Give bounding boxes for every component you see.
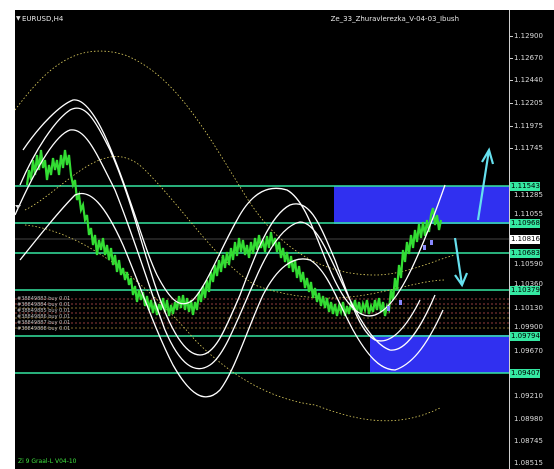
support-zone — [370, 335, 509, 373]
chart-window[interactable]: ▼ EURUSD,H4 Ze_33_Zhuravlerezka_V-04-03_… — [15, 10, 554, 469]
chart-canvas — [15, 50, 509, 422]
level-price-label: 1.10379 — [510, 286, 540, 295]
tick-mark — [510, 126, 513, 127]
level-price-label: 1.10683 — [510, 249, 540, 258]
price-tick: 1.12670 — [514, 54, 543, 62]
tick-mark — [510, 36, 513, 37]
price-axis[interactable]: 1.12900 1.12670 1.12440 1.12205 1.11975 … — [509, 10, 554, 469]
order-lines — [15, 298, 509, 329]
tick-mark — [510, 80, 513, 81]
price-tick: 1.11745 — [514, 144, 543, 152]
price-tick: 1.09670 — [514, 347, 543, 355]
price-tick: 1.08515 — [514, 459, 543, 467]
price-tick: 1.09900 — [514, 323, 543, 331]
price-tick: 1.11975 — [514, 122, 543, 130]
level-price-label: 1.10968 — [510, 219, 540, 228]
channel-mid-upper — [15, 129, 436, 370]
indicator-name-label: Ze_33_Zhuravlerezka_V-04-03_Ibush — [330, 15, 459, 23]
tick-mark — [510, 58, 513, 59]
price-tick: 1.08980 — [514, 415, 543, 423]
price-tick: 1.12900 — [514, 32, 543, 40]
ma-upper — [15, 50, 456, 276]
expert-advisor-label: Zi 9 Graal-L V04-10 — [18, 458, 77, 465]
current-price-label: 1.10816 — [510, 235, 540, 244]
symbol-timeframe-label: EURUSD,H4 — [22, 15, 64, 23]
order-label[interactable]: #38849888 buy 0.01 — [17, 326, 70, 332]
signal-marker — [387, 306, 390, 311]
tick-mark — [510, 148, 513, 149]
price-tick: 1.09210 — [514, 392, 543, 400]
price-tick: 1.12205 — [514, 99, 543, 107]
level-price-label: 1.09794 — [510, 332, 540, 341]
signal-marker — [423, 245, 426, 250]
price-tick: 1.10590 — [514, 260, 543, 268]
price-tick: 1.11285 — [514, 191, 543, 199]
price-candles — [25, 149, 443, 317]
signal-marker — [430, 240, 433, 245]
symbol-dropdown-icon[interactable]: ▼ — [16, 15, 21, 22]
chart-plot-area[interactable]: ▼ EURUSD,H4 Ze_33_Zhuravlerezka_V-04-03_… — [15, 10, 509, 469]
price-tick: 1.12440 — [514, 76, 543, 84]
level-price-label: 1.09407 — [510, 369, 540, 378]
level-price-label: 1.11543 — [510, 182, 540, 191]
tick-mark — [510, 103, 513, 104]
signal-marker — [399, 300, 402, 305]
price-tick: 1.11055 — [514, 210, 543, 218]
price-tick: 1.08745 — [514, 437, 543, 445]
price-tick: 1.10130 — [514, 304, 543, 312]
scroll-marker-icon — [15, 205, 21, 209]
